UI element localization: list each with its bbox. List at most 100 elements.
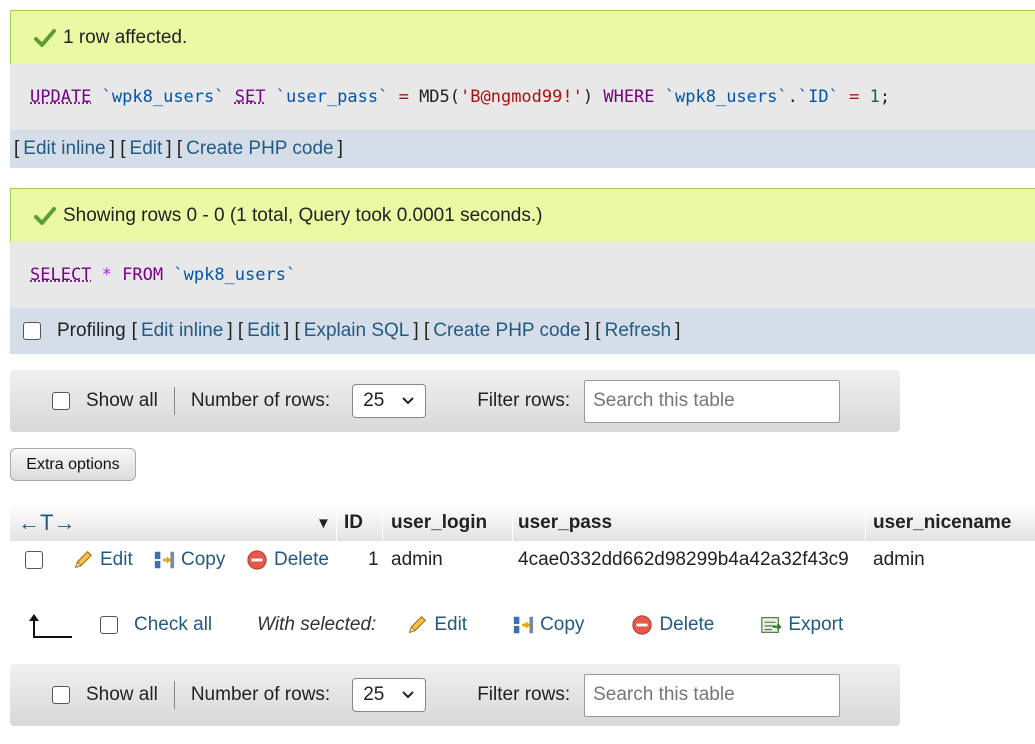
create-php-code-link[interactable]: Create PHP code bbox=[186, 138, 334, 160]
update-sql-query: UPDATE `wpk8_users` SET `user_pass` = MD… bbox=[10, 64, 1035, 130]
row-delete-button[interactable]: Delete bbox=[246, 541, 329, 579]
export-icon bbox=[761, 617, 782, 633]
select-success-message: Showing rows 0 - 0 (1 total, Query took … bbox=[10, 188, 1035, 242]
edit-link[interactable]: Edit bbox=[130, 138, 163, 160]
results-table-header: ←T→ ▼ ID user_login user_pass user_nicen… bbox=[10, 505, 1035, 541]
row-checkbox-cell bbox=[25, 541, 43, 579]
sql-operator: = bbox=[849, 87, 860, 107]
edit-inline-link[interactable]: Edit inline bbox=[141, 320, 223, 342]
refresh-link[interactable]: Refresh bbox=[605, 320, 672, 342]
export-label: Export bbox=[788, 614, 844, 635]
cell-user-pass: 4cae0332dd662d98299b4a42a32f43c9 bbox=[518, 549, 849, 570]
update-message-text: 1 row affected. bbox=[63, 26, 188, 48]
divider bbox=[865, 505, 866, 541]
delete-icon bbox=[632, 615, 653, 635]
sort-dropdown-icon[interactable]: ▼ bbox=[316, 505, 331, 541]
profiling-checkbox[interactable] bbox=[23, 322, 41, 340]
bracket: ] [ bbox=[584, 320, 601, 341]
update-query-links: [ Edit inline ] [ Edit ] [ Create PHP co… bbox=[10, 130, 1035, 168]
check-all-checkbox[interactable] bbox=[100, 616, 118, 634]
check-icon bbox=[34, 28, 56, 47]
column-arrows[interactable]: ←T→ bbox=[18, 505, 75, 541]
row-checkbox[interactable] bbox=[25, 551, 43, 569]
sql-keyword: UPDATE bbox=[30, 87, 92, 107]
sql-identifier: `ID` bbox=[797, 87, 839, 107]
number-of-rows-label: Number of rows: bbox=[190, 390, 331, 411]
bulk-actions-bar: Check all With selected: Edit Copy Delet… bbox=[28, 604, 1028, 646]
sql-operator: * bbox=[101, 265, 112, 285]
bulk-delete-button[interactable]: Delete bbox=[631, 614, 714, 636]
divider bbox=[336, 505, 337, 541]
bulk-copy-button[interactable]: Copy bbox=[512, 614, 584, 636]
sql-string: 'B@ngmod99!' bbox=[460, 87, 583, 107]
with-selected-label: With selected: bbox=[257, 614, 377, 635]
bracket: ] [ bbox=[227, 320, 244, 341]
top-navigation-bar: Show all Number of rows: 25 Filter rows:… bbox=[10, 370, 900, 432]
bracket: [ bbox=[14, 138, 20, 159]
pencil-icon bbox=[409, 615, 427, 634]
divider bbox=[382, 505, 383, 541]
search-placeholder: Search this table bbox=[593, 390, 735, 411]
show-all-checkbox[interactable] bbox=[52, 686, 70, 704]
show-all-label: Show all bbox=[86, 684, 158, 705]
row-copy-button[interactable]: Copy bbox=[153, 541, 225, 579]
bracket: ] bbox=[675, 320, 681, 341]
sql-identifier: `wpk8_users` bbox=[101, 87, 225, 107]
search-placeholder: Search this table bbox=[593, 684, 735, 705]
filter-rows-input[interactable]: Search this table bbox=[584, 379, 841, 423]
table-row: Edit Copy Delete 1 admin 4cae0332dd662d9… bbox=[10, 541, 1035, 579]
pencil-icon bbox=[74, 550, 93, 569]
select-query-links: Profiling [ Edit inline ] [ Edit ] [ Exp… bbox=[10, 308, 1035, 354]
column-header-user-pass[interactable]: user_pass bbox=[518, 505, 612, 541]
edit-inline-link[interactable]: Edit inline bbox=[23, 138, 105, 160]
sql-keyword: FROM bbox=[122, 265, 164, 285]
copy-icon bbox=[154, 551, 175, 569]
sql-function: MD5( bbox=[419, 87, 461, 107]
filter-rows-label: Filter rows: bbox=[477, 390, 571, 411]
copy-label: Copy bbox=[181, 549, 226, 570]
bulk-edit-button[interactable]: Edit bbox=[406, 614, 467, 636]
filter-rows-input[interactable]: Search this table bbox=[584, 673, 841, 717]
delete-label: Delete bbox=[274, 549, 329, 570]
select-sql-query: SELECT * FROM `wpk8_users` bbox=[10, 242, 1035, 308]
check-icon bbox=[34, 206, 56, 225]
sql-semicolon: ; bbox=[879, 87, 891, 107]
bracket: [ bbox=[131, 320, 137, 341]
copy-icon bbox=[513, 616, 534, 634]
create-php-code-link[interactable]: Create PHP code bbox=[433, 320, 581, 342]
show-all-label: Show all bbox=[86, 390, 158, 411]
rows-per-page-select[interactable]: 25 bbox=[352, 678, 427, 712]
sql-keyword: WHERE bbox=[603, 87, 655, 107]
cell-user-login: admin bbox=[391, 549, 443, 570]
column-header-id[interactable]: ID bbox=[344, 505, 363, 541]
bracket: ] [ bbox=[413, 320, 430, 341]
row-edit-button[interactable]: Edit bbox=[72, 541, 133, 579]
divider bbox=[173, 681, 175, 709]
bracket: ] [ bbox=[109, 138, 126, 159]
delete-label: Delete bbox=[659, 614, 715, 635]
bulk-export-button[interactable]: Export bbox=[760, 614, 843, 636]
arrow-up-corner-icon bbox=[29, 614, 72, 638]
rows-per-page-value: 25 bbox=[363, 390, 385, 411]
explain-sql-link[interactable]: Explain SQL bbox=[304, 320, 410, 342]
check-all-link[interactable]: Check all bbox=[134, 614, 212, 636]
edit-label: Edit bbox=[434, 614, 468, 635]
copy-label: Copy bbox=[540, 614, 585, 635]
column-header-user-nicename[interactable]: user_nicename bbox=[873, 505, 1011, 541]
sql-dot: . bbox=[787, 87, 798, 107]
sql-paren: ) bbox=[582, 87, 594, 107]
edit-label: Edit bbox=[100, 549, 133, 570]
show-all-checkbox[interactable] bbox=[52, 392, 70, 410]
extra-options-button[interactable]: Extra options bbox=[10, 448, 136, 481]
select-message-text: Showing rows 0 - 0 (1 total, Query took … bbox=[63, 204, 543, 226]
sql-identifier: `user_pass` bbox=[275, 87, 389, 107]
bracket: ] [ bbox=[283, 320, 300, 341]
edit-link[interactable]: Edit bbox=[247, 320, 280, 342]
sql-number: 1 bbox=[869, 87, 880, 107]
bracket: ] bbox=[337, 138, 343, 159]
divider bbox=[512, 505, 513, 541]
column-header-user-login[interactable]: user_login bbox=[391, 505, 487, 541]
rows-per-page-select[interactable]: 25 bbox=[352, 384, 427, 418]
sql-identifier: `wpk8_users` bbox=[664, 87, 788, 107]
bottom-navigation-bar: Show all Number of rows: 25 Filter rows:… bbox=[10, 664, 900, 726]
